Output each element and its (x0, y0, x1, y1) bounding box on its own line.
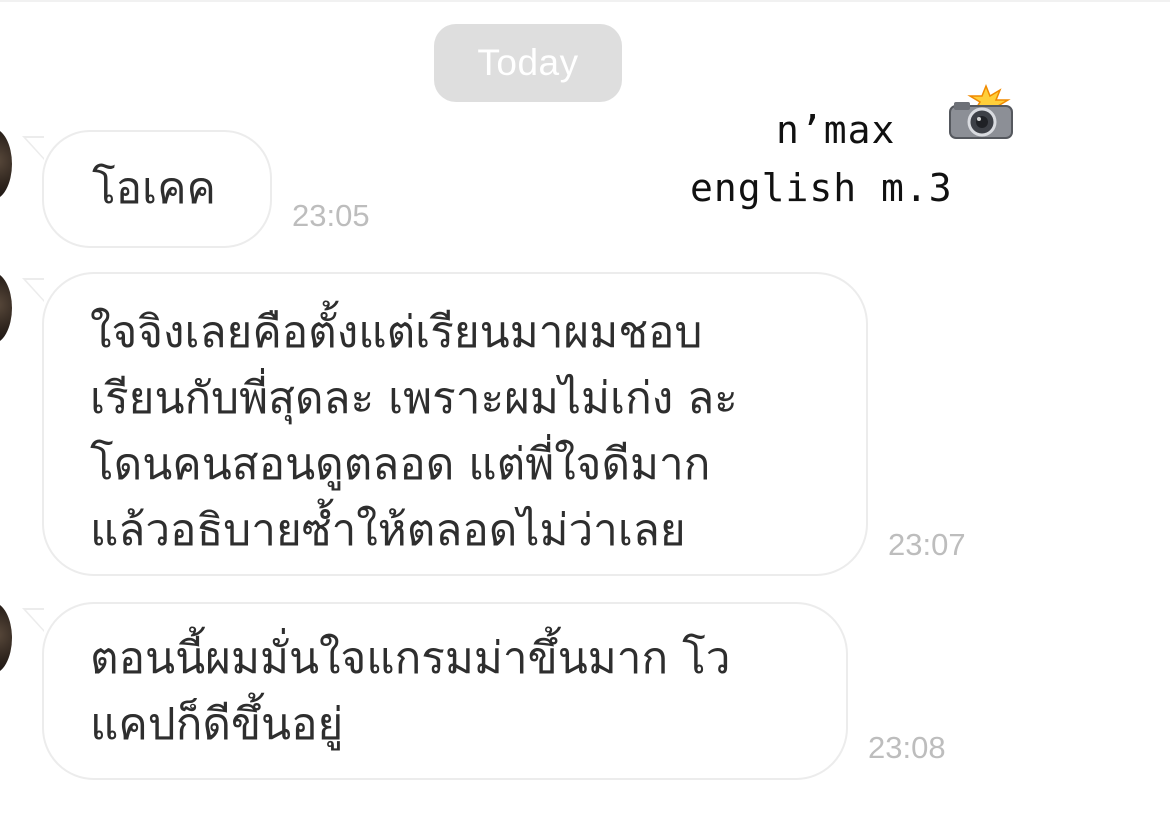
message-time: 23:07 (888, 527, 966, 562)
avatar[interactable] (0, 128, 12, 200)
date-divider: Today (434, 24, 622, 102)
message-bubble[interactable]: โอเคค (22, 130, 272, 248)
message-time: 23:08 (868, 730, 946, 765)
message-text: โอเคค (92, 163, 216, 214)
message-text: ใจจิงเลยคือตั้งแต่เรียนมาผมชอบ เรียนกับพ… (90, 307, 738, 556)
top-divider (0, 0, 1170, 2)
caption-line-1: n’max (776, 108, 896, 152)
avatar[interactable] (0, 272, 12, 344)
caption-line-2: english m.3 (690, 166, 953, 210)
message-text: ตอนนี้ผมมั่นใจแกรมม่าขึ้นมาก โว แคปก็ดีข… (90, 633, 731, 750)
message-bubble[interactable]: ตอนนี้ผมมั่นใจแกรมม่าขึ้นมาก โว แคปก็ดีข… (22, 602, 848, 780)
message-time: 23:05 (292, 198, 370, 233)
avatar[interactable] (0, 602, 12, 674)
message-bubble[interactable]: ใจจิงเลยคือตั้งแต่เรียนมาผมชอบ เรียนกับพ… (22, 272, 868, 576)
camera-with-flash-icon (949, 84, 1013, 139)
